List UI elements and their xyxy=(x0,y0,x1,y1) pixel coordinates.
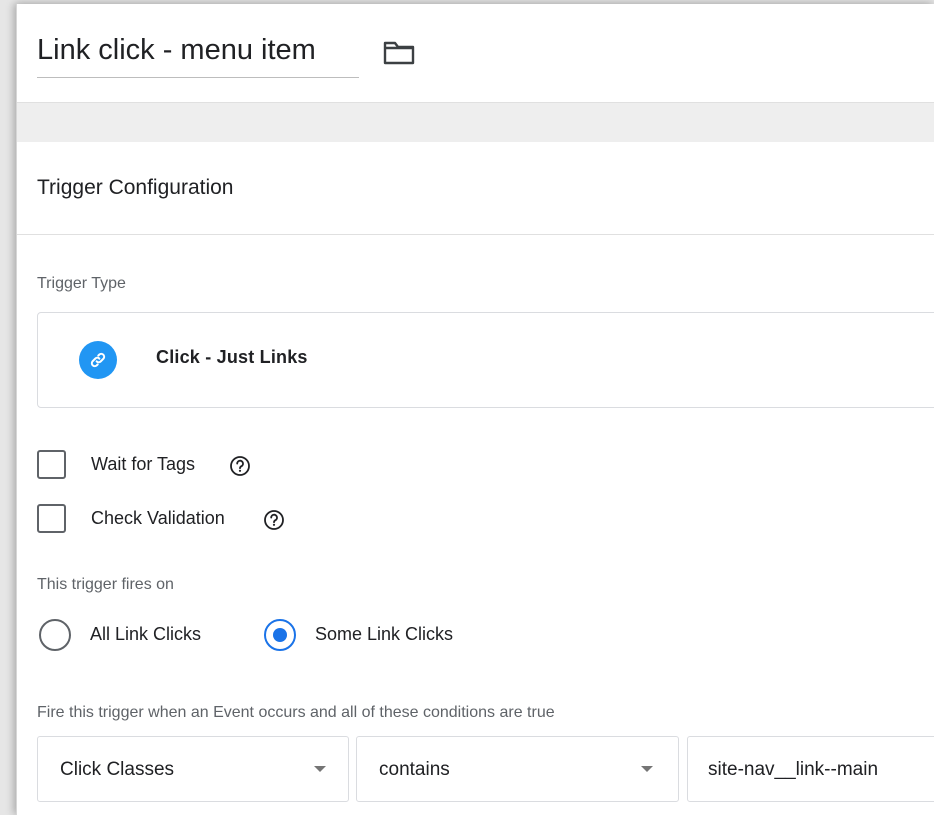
all-link-clicks-option[interactable]: All Link Clicks xyxy=(39,619,239,653)
trigger-type-selector[interactable]: Click - Just Links xyxy=(37,312,934,408)
divider xyxy=(17,234,934,235)
fires-on-label: This trigger fires on xyxy=(37,576,174,593)
operator-select[interactable]: contains xyxy=(356,736,679,802)
chevron-down-icon xyxy=(314,766,326,772)
trigger-name-field[interactable]: Link click - menu item xyxy=(37,32,359,78)
condition-label: Fire this trigger when an Event occurs a… xyxy=(37,704,555,721)
condition-value-input[interactable]: site-nav__link--main xyxy=(687,736,934,802)
operator-value: contains xyxy=(379,759,450,780)
some-link-clicks-radio[interactable] xyxy=(264,619,296,651)
trigger-header: Link click - menu item xyxy=(17,4,934,102)
check-validation-label: Check Validation xyxy=(91,508,225,528)
folder-icon[interactable] xyxy=(382,40,416,66)
chevron-down-icon xyxy=(641,766,653,772)
check-validation-option[interactable]: Check Validation xyxy=(37,504,317,536)
help-icon[interactable] xyxy=(263,509,285,531)
trigger-configuration-card: Trigger Configuration Trigger Type Click… xyxy=(17,142,934,815)
variable-select[interactable]: Click Classes xyxy=(37,736,349,802)
variable-value: Click Classes xyxy=(60,759,175,780)
trigger-type-label: Trigger Type xyxy=(37,275,126,292)
trigger-type-name: Click - Just Links xyxy=(156,347,308,367)
check-validation-checkbox[interactable] xyxy=(37,504,66,533)
all-link-clicks-label: All Link Clicks xyxy=(90,624,202,644)
trigger-editor-panel: Link click - menu item Trigger Configura… xyxy=(16,4,934,815)
wait-for-tags-checkbox[interactable] xyxy=(37,450,66,479)
some-link-clicks-option[interactable]: Some Link Clicks xyxy=(264,619,494,653)
wait-for-tags-option[interactable]: Wait for Tags xyxy=(37,450,297,482)
condition-value[interactable]: site-nav__link--main xyxy=(708,759,878,781)
link-icon xyxy=(79,341,117,379)
header-separator xyxy=(17,102,934,142)
card-title: Trigger Configuration xyxy=(37,176,234,199)
wait-for-tags-label: Wait for Tags xyxy=(91,454,196,474)
some-link-clicks-label: Some Link Clicks xyxy=(315,624,454,644)
trigger-name[interactable]: Link click - menu item xyxy=(37,34,316,67)
help-icon[interactable] xyxy=(229,455,251,477)
all-link-clicks-radio[interactable] xyxy=(39,619,71,651)
